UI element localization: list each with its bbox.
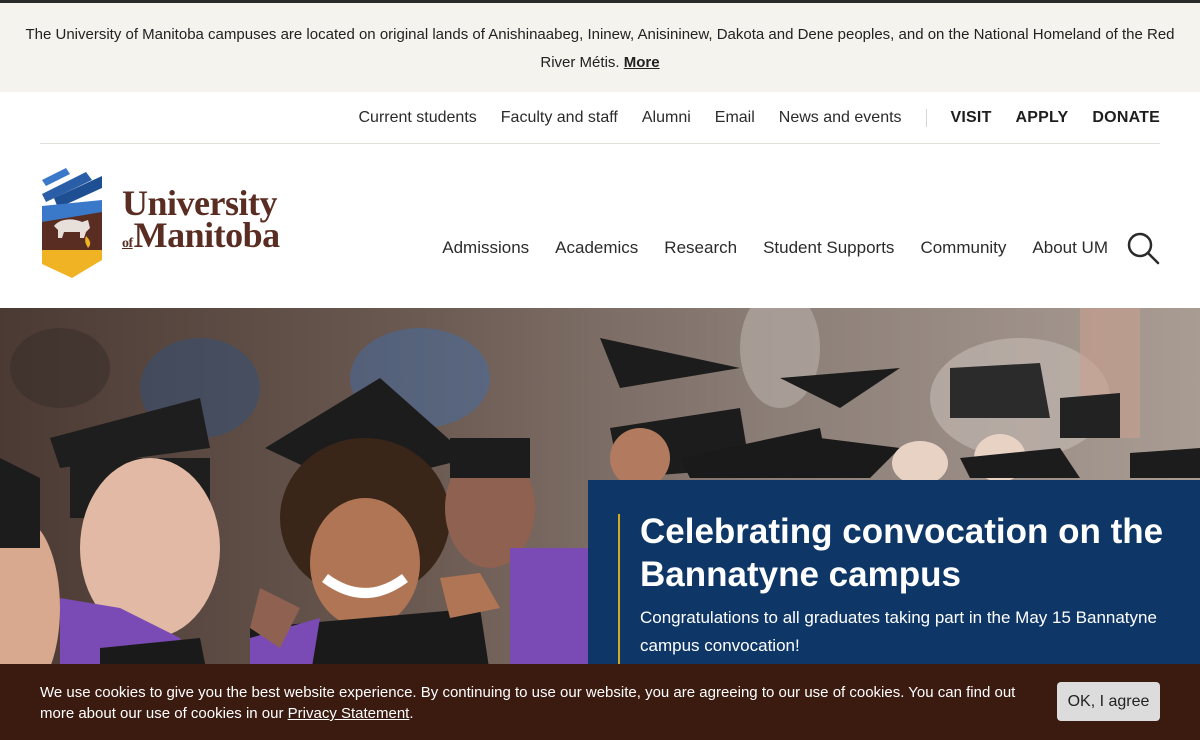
utility-nav: Current students Faculty and staff Alumn… — [40, 92, 1160, 144]
land-acknowledgement-banner: The University of Manitoba campuses are … — [0, 3, 1200, 92]
feature-accent-bar — [618, 514, 620, 664]
privacy-statement-link[interactable]: Privacy Statement — [288, 705, 410, 722]
university-wordmark: University ofManitoba — [122, 185, 280, 260]
apply-link[interactable]: APPLY — [1016, 109, 1069, 127]
cookie-banner: We use cookies to give you the best webs… — [0, 664, 1200, 740]
search-icon[interactable] — [1126, 231, 1160, 265]
land-acknowledgement-more-link[interactable]: More — [624, 54, 660, 71]
cookie-message: We use cookies to give you the best webs… — [40, 682, 1030, 724]
cookie-message-text: We use cookies to give you the best webs… — [40, 684, 1016, 722]
nav-admissions[interactable]: Admissions — [442, 238, 529, 258]
utility-link-current-students[interactable]: Current students — [358, 109, 476, 127]
nav-research[interactable]: Research — [664, 238, 737, 258]
feature-description: Congratulations to all graduates taking … — [640, 608, 1157, 655]
donate-link[interactable]: DONATE — [1092, 109, 1160, 127]
university-shield-icon — [42, 168, 102, 278]
university-logo[interactable]: University ofManitoba — [40, 164, 300, 282]
nav-academics[interactable]: Academics — [555, 238, 638, 258]
main-nav: Admissions Academics Research Student Su… — [416, 226, 1160, 270]
utility-link-faculty-and-staff[interactable]: Faculty and staff — [501, 109, 618, 127]
feature-headline[interactable]: Celebrating convocation on the Bannatyne… — [640, 510, 1180, 596]
nav-student-supports[interactable]: Student Supports — [763, 238, 894, 258]
utility-link-news-and-events[interactable]: News and events — [779, 109, 902, 127]
utility-link-email[interactable]: Email — [715, 109, 755, 127]
cookie-message-end: . — [409, 705, 414, 722]
nav-about-um[interactable]: About UM — [1032, 238, 1108, 258]
cookie-accept-button[interactable]: OK, I agree — [1057, 682, 1160, 721]
wordmark-manitoba-line: ofManitoba — [122, 217, 280, 260]
utility-link-alumni[interactable]: Alumni — [642, 109, 691, 127]
utility-nav-divider — [925, 108, 927, 127]
wordmark-manitoba: Manitoba — [133, 214, 281, 255]
nav-community[interactable]: Community — [920, 238, 1006, 258]
wordmark-of: of — [122, 235, 133, 251]
visit-link[interactable]: VISIT — [951, 109, 992, 127]
land-acknowledgement-text: The University of Manitoba campuses are … — [25, 26, 1175, 71]
